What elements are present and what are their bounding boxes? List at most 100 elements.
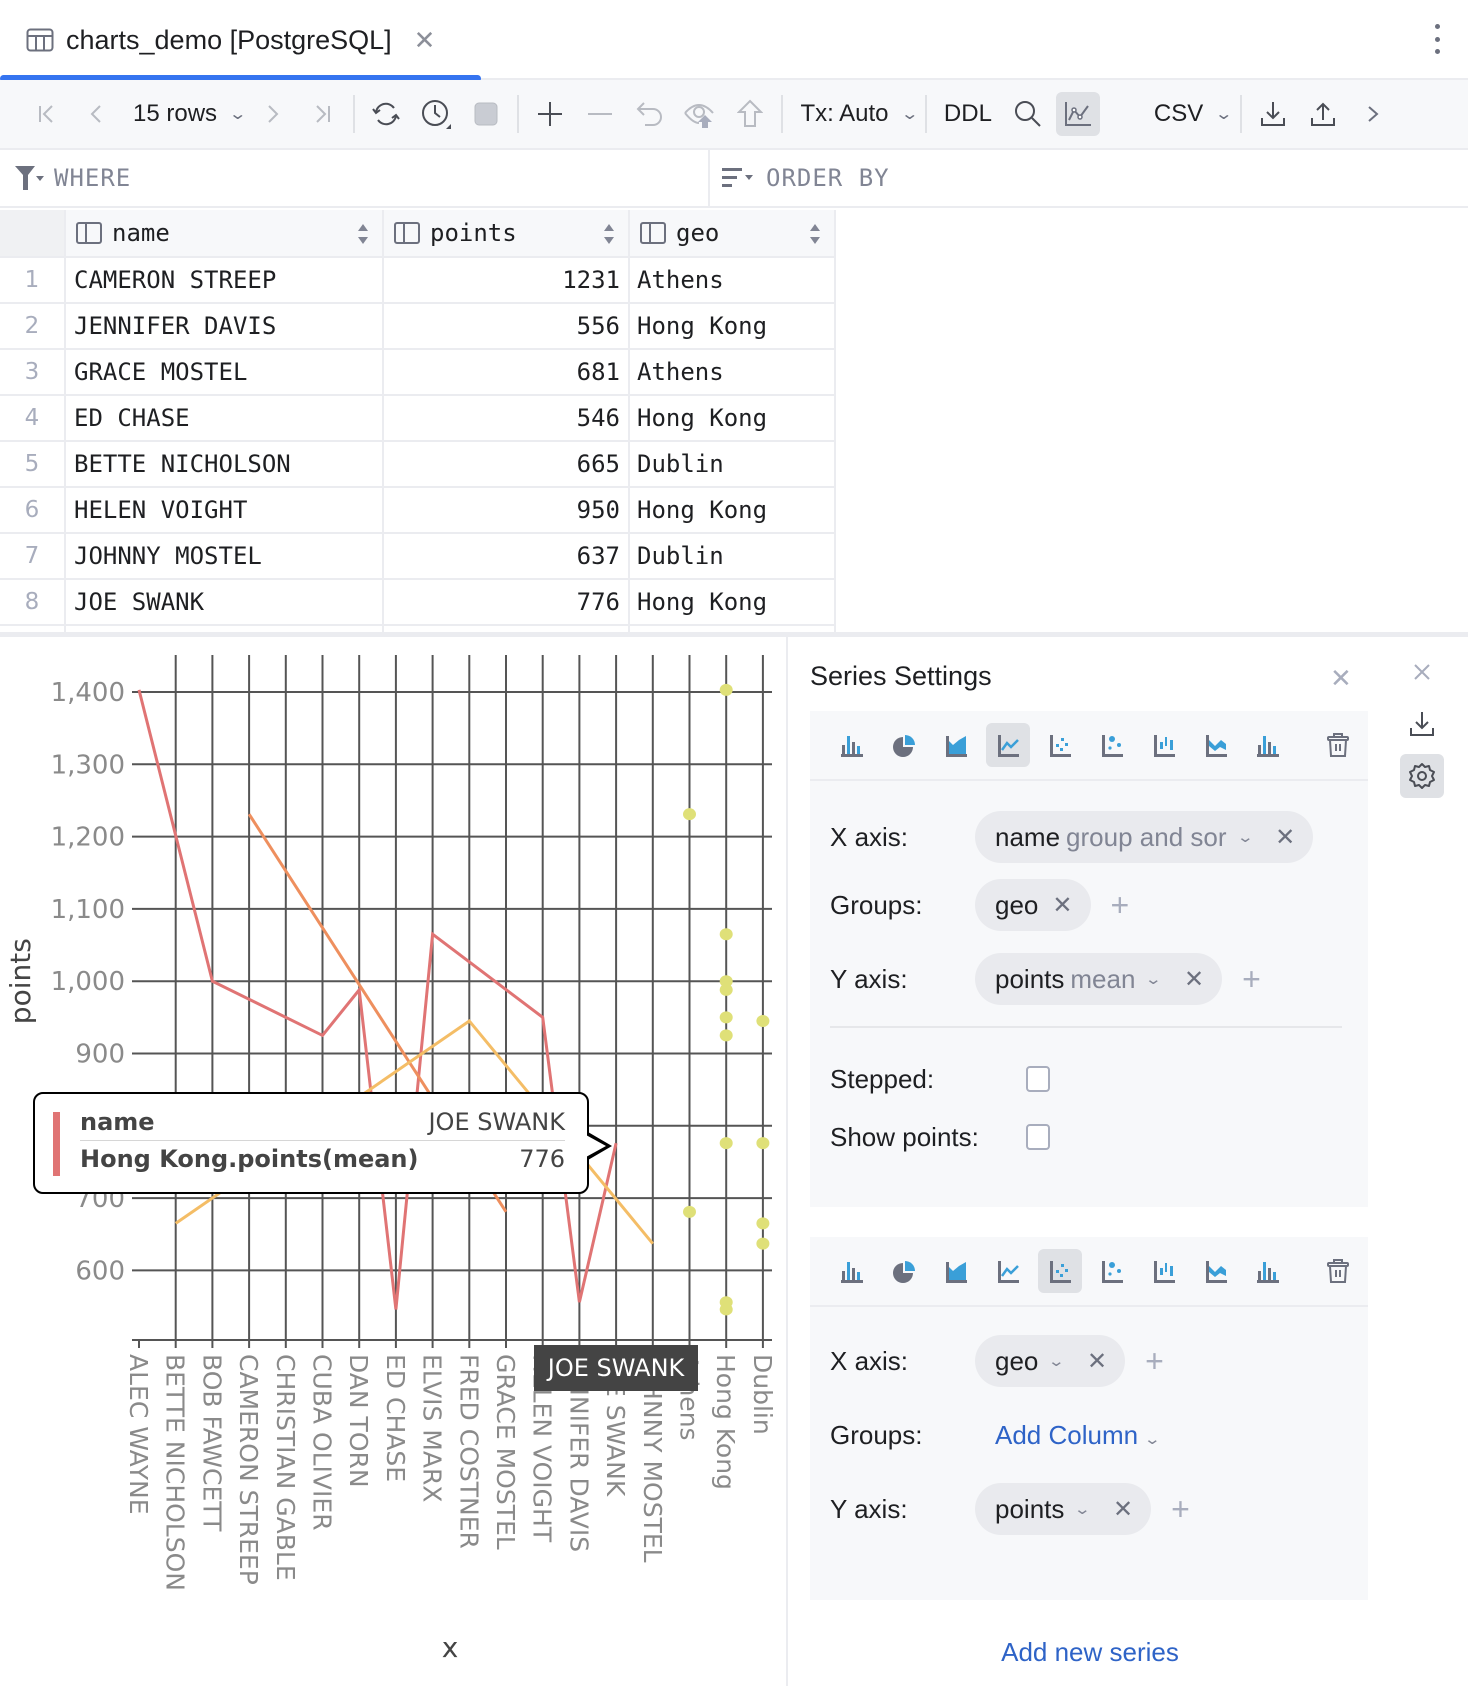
- stacked-area-chart-icon[interactable]: [1194, 1249, 1238, 1293]
- cell-geo[interactable]: Dublin: [630, 442, 836, 486]
- add-new-series-link[interactable]: Add new series: [790, 1637, 1390, 1668]
- cell-geo[interactable]: Hong Kong: [630, 488, 836, 532]
- cell-name[interactable]: ED CHASE: [66, 396, 384, 440]
- cell-geo[interactable]: Hong Kong: [630, 396, 836, 440]
- scatter-chart-icon[interactable]: [1038, 723, 1082, 767]
- close-icon[interactable]: [1400, 650, 1444, 694]
- scatter-point[interactable]: [719, 1029, 733, 1042]
- remove-icon[interactable]: ✕: [1087, 1347, 1107, 1376]
- prev-page-icon[interactable]: [75, 92, 119, 136]
- add-row-icon[interactable]: [528, 92, 572, 136]
- cell-points[interactable]: 665: [384, 442, 630, 486]
- submit-icon[interactable]: [728, 92, 772, 136]
- table-row[interactable]: 3 GRACE MOSTEL 681 Athens: [0, 350, 836, 396]
- table-row[interactable]: 2 JENNIFER DAVIS 556 Hong Kong: [0, 304, 836, 350]
- candlestick-chart-icon[interactable]: [1142, 723, 1186, 767]
- stacked-area-chart-icon[interactable]: [1194, 723, 1238, 767]
- column-header-geo[interactable]: geo: [630, 210, 836, 256]
- table-row[interactable]: 5 BETTE NICHOLSON 665 Dublin: [0, 442, 836, 488]
- more-options-icon[interactable]: [1432, 24, 1442, 54]
- remove-icon[interactable]: ✕: [1184, 965, 1204, 994]
- cell-points[interactable]: 1231: [384, 258, 630, 302]
- cell-points[interactable]: 546: [384, 396, 630, 440]
- series-line[interactable]: [137, 689, 618, 1310]
- stepped-checkbox[interactable]: [1026, 1066, 1050, 1092]
- cell-geo[interactable]: Dublin: [630, 534, 836, 578]
- pie-chart-icon[interactable]: [882, 1249, 926, 1293]
- y-axis-chip[interactable]: points ⌄ ✕: [975, 1483, 1152, 1535]
- add-icon[interactable]: +: [1242, 961, 1261, 998]
- area-chart-icon[interactable]: [934, 1249, 978, 1293]
- cell-geo[interactable]: Hong Kong: [630, 580, 836, 624]
- trash-icon[interactable]: [1316, 723, 1360, 767]
- cell-name[interactable]: JOE SWANK: [66, 580, 384, 624]
- order-by-input[interactable]: ORDER BY: [710, 150, 1468, 206]
- next-page-icon[interactable]: [250, 92, 294, 136]
- cell-geo[interactable]: Hong Kong: [630, 304, 836, 348]
- remove-icon[interactable]: ✕: [1052, 891, 1072, 920]
- cell-name[interactable]: HELEN VOIGHT: [66, 488, 384, 532]
- groups-chip[interactable]: geo ✕: [975, 879, 1091, 931]
- transaction-mode-dropdown[interactable]: Tx: Auto ⌄: [792, 92, 918, 136]
- remove-icon[interactable]: ✕: [1275, 823, 1295, 852]
- table-row[interactable]: 1 CAMERON STREEP 1231 Athens: [0, 258, 836, 304]
- scatter-point[interactable]: [756, 1014, 770, 1027]
- revert-icon[interactable]: [628, 92, 672, 136]
- sort-icon[interactable]: [604, 224, 614, 244]
- scatter-point[interactable]: [719, 1137, 733, 1150]
- add-icon[interactable]: +: [1171, 1491, 1190, 1528]
- bar-chart-icon[interactable]: [830, 723, 874, 767]
- sort-icon[interactable]: [810, 224, 820, 244]
- first-page-icon[interactable]: [25, 92, 69, 136]
- cell-geo[interactable]: Athens: [630, 258, 836, 302]
- cell-geo[interactable]: Athens: [630, 350, 836, 394]
- x-axis-chip[interactable]: name group and sor ⌄ ✕: [975, 811, 1314, 863]
- gear-icon[interactable]: [1400, 754, 1444, 798]
- line-chart-icon[interactable]: [986, 1249, 1030, 1293]
- more-toolbar-icon[interactable]: [1351, 92, 1395, 136]
- add-column-link[interactable]: Add Column ⌄: [995, 1420, 1161, 1451]
- pie-chart-icon[interactable]: [882, 723, 926, 767]
- bar-chart-icon[interactable]: [830, 1249, 874, 1293]
- scatter-point[interactable]: [719, 928, 733, 941]
- column-header-points[interactable]: points: [384, 210, 630, 256]
- import-icon[interactable]: [1301, 92, 1345, 136]
- table-row[interactable]: 7 JOHNNY MOSTEL 637 Dublin: [0, 534, 836, 580]
- y-axis-chip[interactable]: points mean ⌄ ✕: [975, 953, 1223, 1005]
- last-page-icon[interactable]: [300, 92, 344, 136]
- cell-name[interactable]: JENNIFER DAVIS: [66, 304, 384, 348]
- history-icon[interactable]: [414, 92, 458, 136]
- add-icon[interactable]: +: [1145, 1343, 1164, 1380]
- search-icon[interactable]: [1006, 92, 1050, 136]
- histogram-chart-icon[interactable]: [1246, 1249, 1290, 1293]
- where-filter-input[interactable]: WHERE: [0, 150, 710, 206]
- download-icon[interactable]: [1400, 702, 1444, 746]
- cell-points[interactable]: 637: [384, 534, 630, 578]
- export-icon[interactable]: [1251, 92, 1295, 136]
- cell-name[interactable]: GRACE MOSTEL: [66, 350, 384, 394]
- ddl-button[interactable]: DDL: [936, 92, 1000, 136]
- histogram-chart-icon[interactable]: [1246, 723, 1290, 767]
- scatter-point[interactable]: [719, 983, 733, 996]
- scatter-point[interactable]: [683, 808, 696, 821]
- sort-icon[interactable]: [358, 224, 368, 244]
- close-icon[interactable]: ✕: [1330, 663, 1352, 694]
- cell-name[interactable]: JOHNNY MOSTEL: [66, 534, 384, 578]
- line-chart-icon[interactable]: [986, 723, 1030, 767]
- cell-points[interactable]: 776: [384, 580, 630, 624]
- bubble-chart-icon[interactable]: [1090, 723, 1134, 767]
- table-row[interactable]: 4 ED CHASE 546 Hong Kong: [0, 396, 836, 442]
- stop-icon[interactable]: [464, 92, 508, 136]
- scatter-chart-icon[interactable]: [1038, 1249, 1082, 1293]
- chevron-down-icon[interactable]: ⌄: [1236, 828, 1254, 846]
- show-points-checkbox[interactable]: [1026, 1124, 1050, 1150]
- close-icon[interactable]: ✕: [414, 25, 436, 56]
- bubble-chart-icon[interactable]: [1090, 1249, 1134, 1293]
- scatter-point[interactable]: [719, 1011, 733, 1024]
- scatter-point[interactable]: [756, 1217, 770, 1230]
- table-row[interactable]: 6 HELEN VOIGHT 950 Hong Kong: [0, 488, 836, 534]
- scatter-point[interactable]: [683, 1205, 696, 1218]
- export-format-dropdown[interactable]: CSV ⌄: [1146, 92, 1233, 136]
- preview-changes-icon[interactable]: [678, 92, 722, 136]
- scatter-point[interactable]: [719, 683, 733, 696]
